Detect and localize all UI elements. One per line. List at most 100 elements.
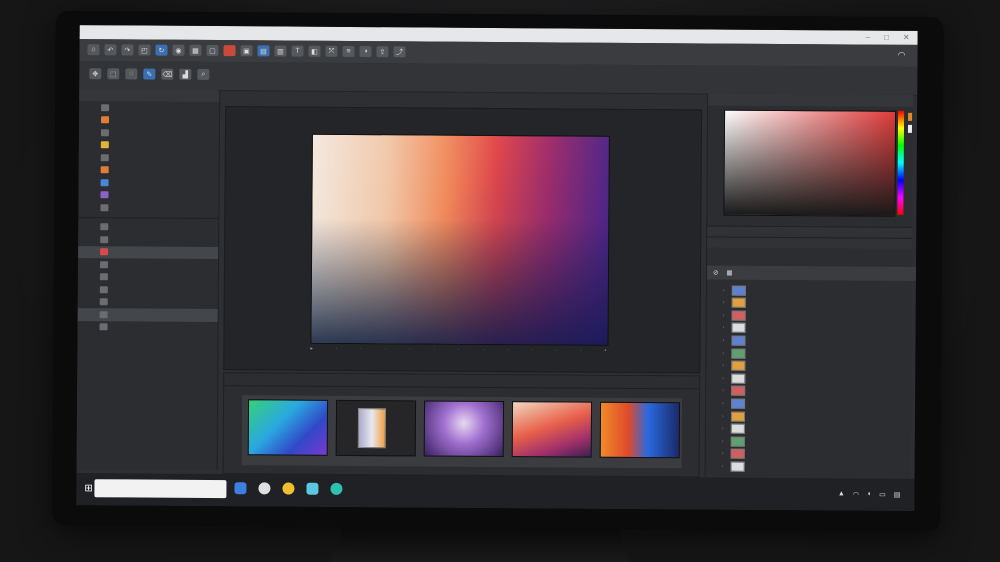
tool-zoom-icon[interactable]: ⌕ [197, 68, 210, 80]
app-icon[interactable] [330, 482, 343, 495]
app-icon[interactable] [306, 482, 319, 495]
redo-icon[interactable]: ↷ [121, 44, 134, 56]
notification-icon[interactable]: ▤ [894, 491, 901, 499]
folder-icon [100, 153, 109, 162]
color-panel-header [708, 93, 914, 107]
sidebar-item[interactable] [78, 233, 218, 246]
sidebar-item[interactable] [79, 164, 219, 177]
properties-subheader [707, 236, 913, 249]
chevron-icon[interactable]: › [722, 363, 724, 369]
chevron-icon[interactable]: › [722, 438, 724, 444]
settings-icon [100, 178, 109, 187]
frame-icon[interactable]: ▤ [257, 45, 270, 57]
sidebar-item[interactable] [79, 126, 219, 139]
adjust-icon[interactable]: ◑ [359, 46, 372, 58]
chevron-icon[interactable]: › [722, 451, 724, 457]
ruler-mark: · [409, 346, 411, 353]
maximize-icon[interactable]: □ [884, 33, 889, 42]
square-icon[interactable]: ▢ [206, 44, 219, 57]
network-icon[interactable]: ◠ [853, 490, 859, 498]
tool-brush-icon[interactable]: ✎ [143, 68, 156, 80]
thumbnail-image [335, 399, 417, 457]
background-swatch[interactable] [907, 124, 913, 133]
canvas-area[interactable]: ▸ · · · · · · · · · · · • [223, 106, 703, 374]
thumbnail-image [599, 401, 681, 459]
share-icon[interactable]: ⤴ [393, 46, 406, 58]
sidebar-item[interactable] [79, 176, 219, 189]
thumbnail[interactable] [511, 401, 593, 464]
color-swatch-icon[interactable] [223, 45, 236, 57]
mask-icon[interactable]: ◧ [308, 45, 321, 57]
layer-row[interactable]: › [706, 460, 918, 475]
image-icon[interactable]: ▣ [240, 45, 253, 57]
home-icon[interactable]: ⌂ [87, 44, 100, 56]
crop-icon[interactable]: ◰ [138, 44, 151, 56]
tool-move-icon[interactable]: ✥ [89, 68, 102, 80]
close-icon[interactable]: ✕ [903, 33, 910, 42]
chevron-icon[interactable]: › [722, 400, 724, 406]
chevron-icon[interactable]: › [722, 350, 724, 356]
sidebar-item[interactable] [79, 101, 219, 114]
chevron-icon[interactable]: › [722, 426, 724, 432]
thumbnail[interactable] [599, 401, 681, 465]
thumbnail[interactable] [423, 400, 505, 463]
file-icon [99, 323, 108, 331]
ruler-mark: · [580, 347, 582, 354]
chevron-icon[interactable]: › [723, 325, 725, 331]
sidebar-item[interactable] [79, 139, 219, 152]
app-icon[interactable] [258, 482, 271, 495]
sidebar-item[interactable] [78, 221, 218, 234]
sidebar-item[interactable] [78, 283, 218, 296]
thumbnail[interactable] [335, 399, 417, 463]
chevron-icon[interactable]: › [722, 337, 724, 343]
app-icon[interactable] [234, 482, 247, 495]
sidebar-item[interactable] [78, 201, 218, 214]
chevron-icon[interactable]: › [722, 375, 724, 381]
thumbnail[interactable] [247, 399, 329, 462]
sidebar-item[interactable] [78, 271, 218, 284]
thumbnail-panel [222, 372, 701, 478]
minimize-icon[interactable]: – [866, 33, 871, 42]
chevron-icon[interactable]: › [723, 300, 725, 306]
battery-icon[interactable]: ▭ [879, 491, 886, 499]
refresh-icon[interactable]: ↻ [155, 44, 168, 56]
camera-icon[interactable]: ◉ [172, 44, 185, 56]
sidebar-item-selected[interactable] [78, 245, 219, 260]
volume-icon[interactable]: ◖ [867, 491, 871, 499]
tool-lasso-icon[interactable]: ◌ [125, 68, 138, 80]
transform-icon[interactable]: ⤧ [325, 45, 338, 57]
layers-icon: ▦ [726, 269, 733, 277]
wifi-icon[interactable]: ◠ [898, 50, 906, 61]
sidebar-item[interactable] [78, 321, 218, 334]
tool-fill-icon[interactable]: ▟ [179, 68, 192, 80]
chevron-icon[interactable]: › [722, 413, 724, 419]
sidebar-item[interactable] [78, 296, 218, 309]
taskbar-search-input[interactable] [94, 479, 227, 499]
chevron-icon[interactable]: › [722, 463, 724, 469]
chevron-icon[interactable]: › [723, 287, 725, 293]
chevron-icon[interactable]: › [723, 312, 725, 318]
color-picker-field[interactable] [723, 109, 897, 217]
sidebar-item-selected[interactable] [77, 308, 218, 322]
sidebar-item[interactable] [78, 189, 218, 202]
text-icon[interactable]: T [291, 45, 304, 57]
gradient-artwork[interactable] [310, 133, 610, 346]
hue-slider[interactable] [897, 110, 905, 215]
tray-icon[interactable]: ▲ [838, 490, 845, 498]
export-icon[interactable]: ⇪ [376, 46, 389, 58]
taskbar-apps [234, 482, 343, 495]
sidebar-item[interactable] [79, 151, 219, 164]
undo-icon[interactable]: ↶ [104, 44, 117, 56]
grid-icon[interactable]: ▦ [189, 44, 202, 56]
lock-icon[interactable]: ⊘ [713, 269, 719, 277]
sidebar-item[interactable] [79, 114, 219, 127]
layer-thumbnail [731, 310, 746, 321]
sidebar-item[interactable] [78, 258, 218, 271]
foreground-swatch[interactable] [908, 112, 913, 121]
tool-eraser-icon[interactable]: ⌫ [161, 68, 174, 80]
chevron-icon[interactable]: › [722, 388, 724, 394]
app-icon[interactable] [282, 482, 295, 495]
tool-select-icon[interactable]: ⬚ [107, 68, 120, 80]
layout-icon[interactable]: ▥ [274, 45, 287, 57]
filter-icon[interactable]: ≡ [342, 45, 355, 57]
